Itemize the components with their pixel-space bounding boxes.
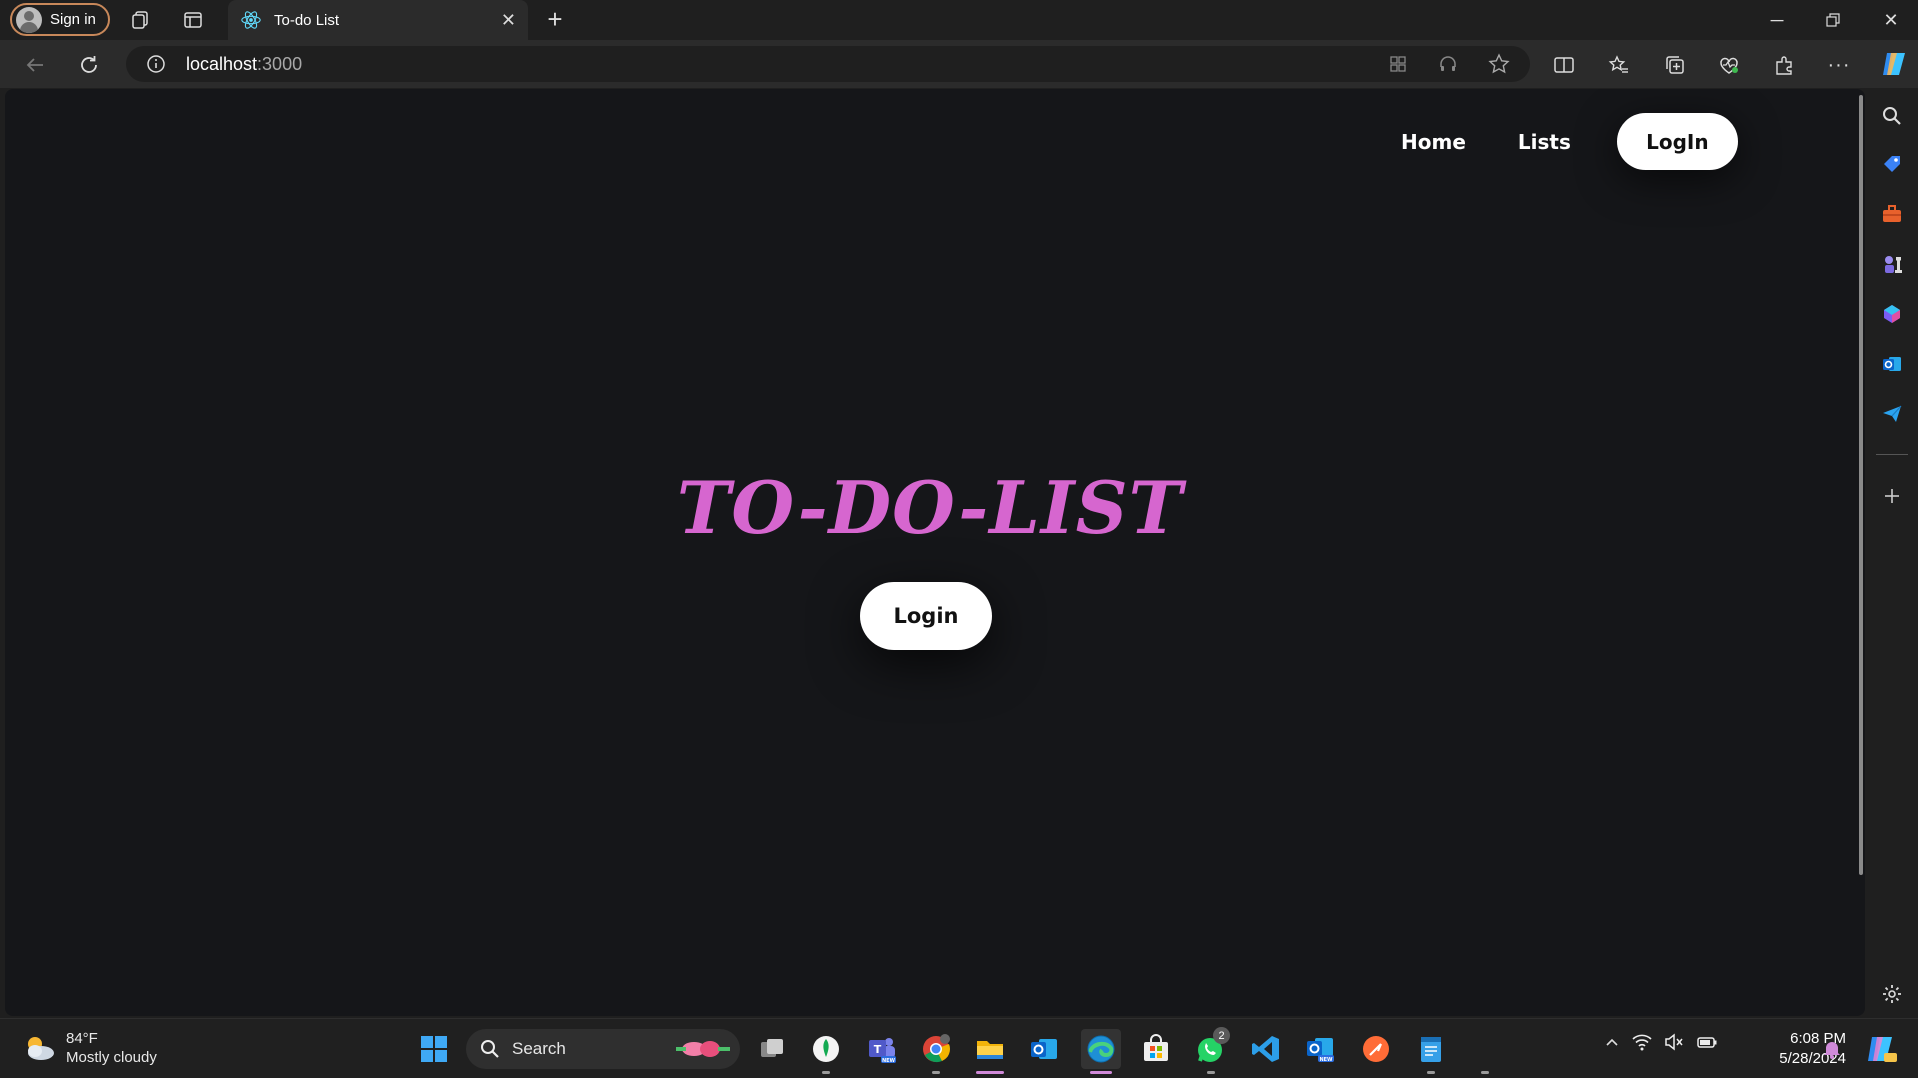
file-explorer-icon[interactable] — [972, 1031, 1008, 1067]
microsoft-365-icon[interactable] — [1878, 300, 1906, 328]
restore-icon[interactable] — [1816, 4, 1850, 36]
mongodb-compass-icon[interactable] — [808, 1031, 844, 1067]
taskbar-search-box[interactable]: Search — [466, 1029, 740, 1069]
battery-icon[interactable] — [1696, 1033, 1718, 1056]
weather-widget[interactable]: 84°F Mostly cloudy — [22, 1029, 157, 1067]
taskbar-search-label: Search — [512, 1039, 566, 1058]
back-icon[interactable] — [20, 50, 50, 80]
page-viewport: Home Lists LogIn TO-DO-LIST Login — [5, 89, 1865, 1016]
svg-text:T: T — [874, 1043, 882, 1056]
close-tab-icon[interactable]: ✕ — [501, 10, 516, 31]
running-indicator — [1207, 1071, 1215, 1074]
notification-bell-icon[interactable] — [1823, 1039, 1841, 1064]
close-window-icon[interactable]: ✕ — [1874, 4, 1908, 36]
running-indicator — [932, 1071, 940, 1074]
edge-browser-icon[interactable] — [1081, 1029, 1121, 1069]
teams-icon[interactable]: T NEW — [864, 1031, 900, 1067]
chrome-icon[interactable] — [918, 1031, 954, 1067]
tab-actions-icon[interactable] — [181, 8, 205, 32]
app-available-icon[interactable] — [1388, 54, 1408, 79]
task-view-icon[interactable] — [754, 1031, 790, 1067]
running-indicator — [822, 1071, 830, 1074]
copilot-icon[interactable] — [1878, 48, 1910, 80]
volume-muted-icon[interactable] — [1664, 1033, 1684, 1056]
copilot-taskbar-icon[interactable] — [1866, 1033, 1898, 1070]
sidebar-divider — [1876, 454, 1908, 455]
collections-icon[interactable] — [1662, 52, 1688, 78]
avatar-icon — [16, 6, 42, 33]
search-icon — [481, 1040, 499, 1058]
add-icon[interactable] — [1878, 482, 1906, 510]
wifi-icon[interactable] — [1632, 1033, 1652, 1056]
chevron-up-icon[interactable] — [1604, 1034, 1620, 1055]
more-options-icon[interactable]: ··· — [1826, 52, 1852, 78]
browser-toolbar: localhost:3000 ··· — [0, 40, 1918, 88]
search-highlight-candy-icon — [676, 1041, 730, 1057]
nav-home-link[interactable]: Home — [1375, 130, 1492, 154]
url-text: localhost:3000 — [186, 54, 303, 74]
site-info-icon[interactable] — [146, 54, 166, 79]
vscode-icon[interactable] — [1248, 1031, 1284, 1067]
start-windows-icon[interactable] — [416, 1031, 452, 1067]
tools-briefcase-icon[interactable] — [1878, 200, 1906, 228]
nav-lists-link[interactable]: Lists — [1492, 130, 1597, 154]
cloudy-weather-icon — [22, 1033, 56, 1063]
browser-essentials-icon[interactable] — [1716, 52, 1742, 78]
svg-text:NEW: NEW — [882, 1058, 896, 1064]
nav-login-button[interactable]: LogIn — [1616, 113, 1738, 170]
microsoft-store-icon[interactable] — [1138, 1031, 1174, 1067]
new-tab-button[interactable]: + — [541, 6, 569, 34]
notification-badge: 2 — [1213, 1027, 1230, 1044]
games-chess-icon[interactable] — [1878, 250, 1906, 278]
weather-temp: 84°F — [66, 1030, 98, 1047]
running-indicator — [1090, 1071, 1112, 1074]
running-indicator — [1427, 1071, 1435, 1074]
site-navbar: Home Lists LogIn — [1375, 113, 1738, 170]
whatsapp-icon[interactable]: 2 — [1193, 1027, 1230, 1067]
outlook-icon[interactable] — [1026, 1031, 1062, 1067]
address-bar[interactable]: localhost:3000 — [126, 46, 1530, 82]
split-screen-icon[interactable] — [1551, 52, 1577, 78]
read-aloud-icon[interactable] — [1438, 54, 1458, 79]
profile-label: Sign in — [50, 11, 96, 28]
windows-taskbar: 84°F Mostly cloudy Search T NEW 2 NEW 6:… — [0, 1018, 1918, 1078]
tab-todo-list[interactable]: To-do List ✕ — [228, 0, 528, 40]
favorites-icon[interactable] — [1606, 52, 1632, 78]
edge-sidebar — [1866, 88, 1918, 1018]
workspaces-icon[interactable] — [129, 8, 153, 32]
notepad-icon[interactable] — [1413, 1031, 1449, 1067]
system-tray — [1604, 1033, 1718, 1056]
shopping-tag-icon[interactable] — [1878, 150, 1906, 178]
hero-title: TO-DO-LIST — [676, 465, 1184, 550]
svg-text:NEW: NEW — [1319, 1057, 1333, 1063]
send-drop-icon[interactable] — [1878, 400, 1906, 428]
sidebar-settings-icon[interactable] — [1878, 980, 1906, 1008]
profile-signin-button[interactable]: Sign in — [10, 3, 110, 36]
outlook-icon[interactable] — [1878, 350, 1906, 378]
react-favicon-icon — [241, 11, 261, 29]
hero-login-button[interactable]: Login — [860, 582, 992, 650]
outlook-new-icon[interactable]: NEW — [1302, 1031, 1338, 1067]
search-icon[interactable] — [1878, 102, 1906, 130]
postman-icon[interactable] — [1358, 1031, 1394, 1067]
running-indicator — [1481, 1071, 1489, 1074]
favorite-star-icon[interactable] — [1488, 53, 1510, 80]
minimize-icon[interactable]: ─ — [1760, 4, 1794, 36]
page-scrollbar[interactable] — [1859, 95, 1863, 875]
weather-desc: Mostly cloudy — [66, 1049, 157, 1066]
extensions-icon[interactable] — [1771, 52, 1797, 78]
running-indicator — [976, 1071, 1004, 1074]
refresh-icon[interactable] — [74, 50, 104, 80]
browser-tab-strip: Sign in To-do List ✕ + ─ ✕ — [0, 0, 1918, 40]
tab-title: To-do List — [274, 11, 340, 29]
